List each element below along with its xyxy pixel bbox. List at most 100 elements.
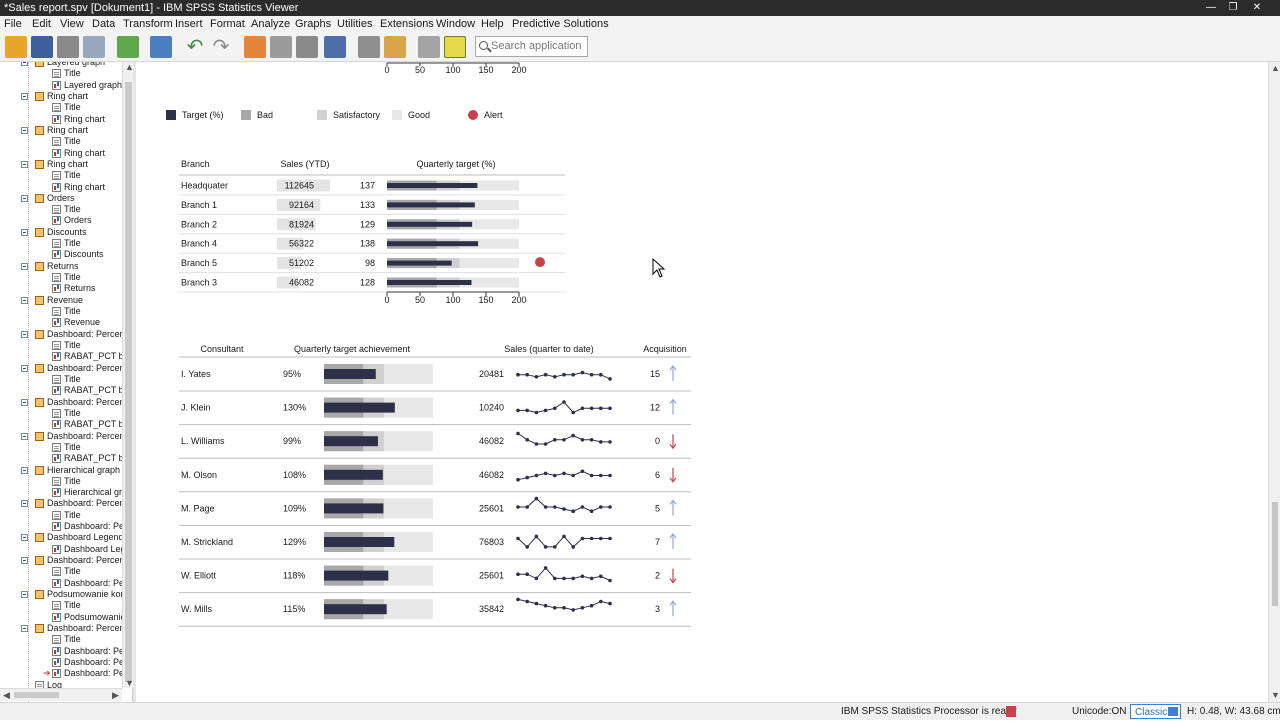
content-scroll-up-icon[interactable]: ▲ bbox=[1271, 63, 1280, 73]
menu-window[interactable]: Window bbox=[436, 16, 475, 32]
new-item-icon[interactable] bbox=[444, 36, 466, 58]
outline-item[interactable]: Title bbox=[0, 510, 122, 521]
outline-item[interactable]: Ring chart bbox=[0, 148, 122, 159]
collapse-toggle-icon[interactable] bbox=[21, 92, 28, 100]
outline-item[interactable]: Title bbox=[0, 634, 122, 645]
hide-icon[interactable] bbox=[418, 36, 440, 58]
outline-item[interactable]: Discounts bbox=[0, 249, 122, 260]
outline-item[interactable]: Hierarchical graph bbox=[0, 465, 122, 476]
outline-item[interactable]: Ring chart bbox=[0, 159, 122, 170]
outline-item[interactable]: Hierarchical gra bbox=[0, 487, 127, 498]
outline-item[interactable]: Layered graph bbox=[0, 80, 122, 91]
recall-dialog-icon[interactable] bbox=[150, 36, 172, 58]
outline-item[interactable]: Title bbox=[0, 238, 122, 249]
outline-item[interactable]: Title bbox=[0, 340, 122, 351]
menu-view[interactable]: View bbox=[60, 16, 84, 32]
outline-item[interactable]: Dashboard: Percenta bbox=[0, 498, 132, 509]
outline-item[interactable]: Orders bbox=[0, 215, 122, 226]
outline-item[interactable]: Layered graph bbox=[0, 62, 122, 68]
search-application-input[interactable]: Search application bbox=[475, 36, 588, 57]
collapse-toggle-icon[interactable] bbox=[21, 625, 28, 632]
outline-item[interactable]: Dashboard Lege bbox=[0, 544, 131, 555]
content-scroll-down-icon[interactable]: ▼ bbox=[1271, 690, 1280, 700]
outline-item[interactable]: Ring chart bbox=[0, 114, 122, 125]
export-icon[interactable] bbox=[117, 36, 139, 58]
menu-utilities[interactable]: Utilities bbox=[337, 16, 372, 32]
outline-item[interactable]: Ring chart bbox=[0, 91, 122, 102]
menu-analyze[interactable]: Analyze bbox=[251, 16, 290, 32]
outline-item[interactable]: Title bbox=[0, 68, 122, 79]
outline-item[interactable]: Podsumowanie kons bbox=[0, 589, 130, 600]
outline-hscroll-thumb[interactable] bbox=[14, 692, 59, 698]
menu-data[interactable]: Data bbox=[92, 16, 115, 32]
save-icon[interactable] bbox=[31, 36, 53, 58]
collapse-toggle-icon[interactable] bbox=[21, 262, 28, 270]
designate-window-icon[interactable] bbox=[358, 36, 380, 58]
outline-item[interactable]: Returns bbox=[0, 283, 122, 294]
redo-icon[interactable]: ↷ bbox=[210, 36, 232, 58]
menu-transform[interactable]: Transform bbox=[123, 16, 173, 32]
content-scroll-thumb[interactable] bbox=[1272, 502, 1278, 606]
collapse-toggle-icon[interactable] bbox=[21, 432, 28, 440]
scroll-right-arrow-icon[interactable]: ▶ bbox=[112, 690, 119, 700]
outline-item[interactable]: Dashboard: Percenta bbox=[0, 397, 132, 408]
collapse-toggle-icon[interactable] bbox=[21, 466, 28, 474]
scroll-left-arrow-icon[interactable]: ◀ bbox=[3, 690, 10, 700]
collapse-toggle-icon[interactable] bbox=[21, 160, 28, 168]
outline-item[interactable]: Discounts bbox=[0, 227, 122, 238]
menu-insert[interactable]: Insert bbox=[175, 16, 203, 32]
outline-item[interactable]: Title bbox=[0, 306, 122, 317]
open-icon[interactable] bbox=[5, 36, 27, 58]
outline-item[interactable]: Title bbox=[0, 408, 122, 419]
undo-icon[interactable]: ↶ bbox=[184, 36, 206, 58]
menu-graphs[interactable]: Graphs bbox=[295, 16, 331, 32]
output-content-pane[interactable]: 0 50 100 150 200 Target (%) Bad Satisfactory Goo… bbox=[136, 62, 1268, 702]
collapse-toggle-icon[interactable] bbox=[21, 398, 28, 406]
collapse-toggle-icon[interactable] bbox=[21, 591, 28, 599]
outline-item[interactable]: Dashboard: Per bbox=[0, 646, 127, 657]
outline-item[interactable]: Dashboard: Per bbox=[0, 657, 127, 668]
outline-item[interactable]: Dashboard: Percenta bbox=[0, 363, 132, 374]
collapse-toggle-icon[interactable] bbox=[21, 534, 28, 542]
outline-item[interactable]: RABAT_PCT by bbox=[0, 385, 128, 396]
goto-data-icon[interactable] bbox=[244, 36, 266, 58]
outline-item[interactable]: Orders bbox=[0, 193, 122, 204]
outline-item[interactable]: Title bbox=[0, 204, 122, 215]
collapse-toggle-icon[interactable] bbox=[21, 228, 28, 236]
outline-vertical-scrollbar[interactable]: ▲ ▼ bbox=[122, 62, 134, 688]
outline-item[interactable]: Revenue bbox=[0, 317, 122, 328]
outline-item[interactable]: Title bbox=[0, 102, 122, 113]
outline-horizontal-scrollbar[interactable]: ◀ ▶ bbox=[0, 688, 122, 701]
goto-variable-icon[interactable] bbox=[296, 36, 318, 58]
outline-item[interactable]: Ring chart bbox=[0, 182, 122, 193]
outline-item[interactable]: Title bbox=[0, 272, 122, 283]
outline-item[interactable]: Dashboard Legend bbox=[0, 532, 124, 543]
outline-item[interactable]: Title bbox=[0, 374, 122, 385]
collapse-toggle-icon[interactable] bbox=[21, 557, 28, 565]
outline-item[interactable]: Ring chart bbox=[0, 125, 122, 136]
outline-item[interactable]: Title bbox=[0, 566, 122, 577]
collapse-toggle-icon[interactable] bbox=[21, 296, 28, 304]
close-window-button[interactable]: ✕ bbox=[1234, 0, 1280, 16]
collapse-toggle-icon[interactable] bbox=[21, 364, 28, 372]
outline-item[interactable]: Dashboard: Percenta bbox=[0, 555, 132, 566]
classic-mode-toggle[interactable]: Classic bbox=[1130, 704, 1181, 719]
menu-extensions[interactable]: Extensions bbox=[380, 16, 434, 32]
outline-item[interactable]: Dashboard: Percenta bbox=[0, 329, 132, 340]
collapse-toggle-icon[interactable] bbox=[21, 330, 28, 338]
menu-edit[interactable]: Edit bbox=[32, 16, 51, 32]
content-vertical-scrollbar[interactable]: ▲ ▼ bbox=[1268, 62, 1280, 702]
collapse-toggle-icon[interactable] bbox=[21, 126, 28, 134]
outline-item[interactable]: Dashboard: Per bbox=[0, 521, 127, 532]
outline-item[interactable]: Title bbox=[0, 136, 122, 147]
outline-item[interactable]: Title bbox=[0, 170, 122, 181]
outline-item[interactable]: Returns bbox=[0, 261, 122, 272]
outline-item[interactable]: RABAT_PCT by bbox=[0, 453, 128, 464]
outline-pane[interactable]: Layered graph Title Layered graph Ring char… bbox=[0, 62, 133, 702]
menu-format[interactable]: Format bbox=[210, 16, 245, 32]
print-icon[interactable] bbox=[57, 36, 79, 58]
outline-item[interactable]: Dashboard: Per bbox=[0, 578, 127, 589]
outline-item[interactable]: Title bbox=[0, 476, 122, 487]
outline-item[interactable]: Dashboard: Percenta bbox=[0, 431, 132, 442]
goto-case-icon[interactable] bbox=[270, 36, 292, 58]
